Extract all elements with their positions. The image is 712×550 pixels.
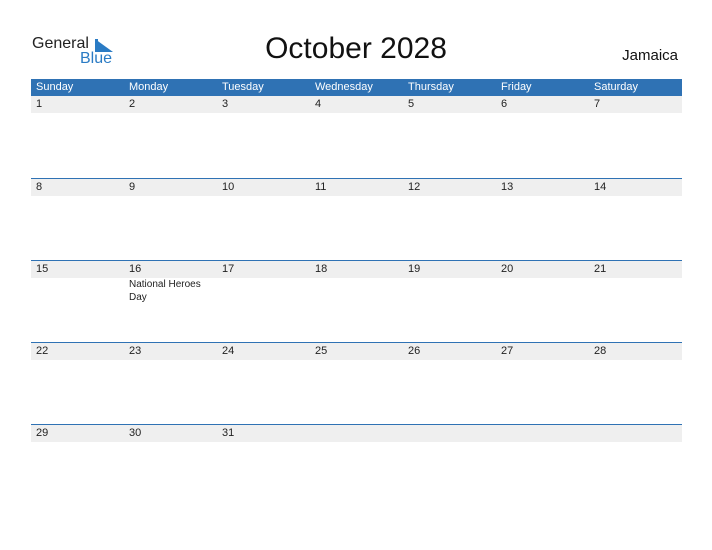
- day-cell: [589, 425, 682, 442]
- weekday-monday: Monday: [129, 81, 169, 93]
- day-cell: 8: [31, 179, 124, 196]
- day-cell: [496, 425, 589, 442]
- week-row: 1 2 3 4 5 6 7: [31, 96, 682, 178]
- calendar-grid: Sunday Monday Tuesday Wednesday Thursday…: [31, 79, 682, 506]
- day-cell: 17: [217, 261, 310, 278]
- day-cell: 3: [217, 96, 310, 113]
- day-number: 25: [315, 345, 328, 357]
- date-strip: 22 23 24 25 26 27 28: [31, 343, 682, 360]
- date-strip: 8 9 10 11 12 13 14: [31, 179, 682, 196]
- day-number: 20: [501, 263, 514, 275]
- day-cell: 30: [124, 425, 217, 442]
- weekday-sunday: Sunday: [36, 81, 74, 93]
- day-number: 14: [594, 181, 607, 193]
- day-cell: 28: [589, 343, 682, 360]
- weekday-saturday: Saturday: [594, 81, 639, 93]
- day-cell: 2: [124, 96, 217, 113]
- day-number: 27: [501, 345, 514, 357]
- date-strip: 15 16 National Heroes Day 17 18 19 20 21: [31, 261, 682, 303]
- week-row: 22 23 24 25 26 27 28: [31, 342, 682, 424]
- day-cell: 18: [310, 261, 403, 278]
- day-number: 2: [129, 98, 136, 110]
- day-cell: 31: [217, 425, 310, 442]
- day-number: 7: [594, 98, 601, 110]
- day-number: 22: [36, 345, 49, 357]
- day-number: 8: [36, 181, 43, 193]
- weekday-header: Sunday Monday Tuesday Wednesday Thursday…: [31, 79, 682, 96]
- week-row: 15 16 National Heroes Day 17 18 19 20 21: [31, 260, 682, 342]
- day-cell: 21: [589, 261, 682, 278]
- day-number: 1: [36, 98, 43, 110]
- day-cell: 5: [403, 96, 496, 113]
- day-cell: 6: [496, 96, 589, 113]
- day-number: 5: [408, 98, 415, 110]
- day-number: 30: [129, 427, 142, 439]
- weekday-friday: Friday: [501, 81, 532, 93]
- day-number: 9: [129, 181, 136, 193]
- day-number: 11: [315, 181, 327, 193]
- day-number: 6: [501, 98, 508, 110]
- day-cell: 7: [589, 96, 682, 113]
- day-cell: 24: [217, 343, 310, 360]
- day-cell: 9: [124, 179, 217, 196]
- day-cell: 26: [403, 343, 496, 360]
- day-number: 19: [408, 263, 421, 275]
- day-number: 31: [222, 427, 235, 439]
- weekday-tuesday: Tuesday: [222, 81, 264, 93]
- day-cell: 14: [589, 179, 682, 196]
- country-label: Jamaica: [622, 47, 678, 64]
- day-cell: 19: [403, 261, 496, 278]
- day-number: 13: [501, 181, 514, 193]
- day-number: 10: [222, 181, 235, 193]
- day-cell: 22: [31, 343, 124, 360]
- day-cell: [403, 425, 496, 442]
- day-cell: 4: [310, 96, 403, 113]
- day-cell: 13: [496, 179, 589, 196]
- day-number: 16: [129, 263, 142, 275]
- day-number: 4: [315, 98, 322, 110]
- page-title: October 2028: [265, 32, 447, 65]
- weekday-wednesday: Wednesday: [315, 81, 373, 93]
- holiday-event: National Heroes Day: [129, 279, 201, 303]
- day-cell: 10: [217, 179, 310, 196]
- day-number: 28: [594, 345, 607, 357]
- day-cell: 11: [310, 179, 403, 196]
- day-cell: 1: [31, 96, 124, 113]
- day-cell: 29: [31, 425, 124, 442]
- date-strip: 29 30 31: [31, 425, 682, 442]
- week-row: 8 9 10 11 12 13 14: [31, 178, 682, 260]
- week-row: 29 30 31: [31, 424, 682, 506]
- day-number: 29: [36, 427, 49, 439]
- day-cell: 23: [124, 343, 217, 360]
- day-number: 12: [408, 181, 421, 193]
- day-number: 23: [129, 345, 142, 357]
- day-number: 26: [408, 345, 421, 357]
- day-number: 3: [222, 98, 229, 110]
- day-cell: 12: [403, 179, 496, 196]
- day-cell: 15: [31, 261, 124, 278]
- day-cell: 20: [496, 261, 589, 278]
- day-number: 18: [315, 263, 328, 275]
- day-number: 21: [594, 263, 607, 275]
- day-cell: 25: [310, 343, 403, 360]
- weekday-thursday: Thursday: [408, 81, 454, 93]
- day-cell: 27: [496, 343, 589, 360]
- day-number: 17: [222, 263, 235, 275]
- day-cell: 16 National Heroes Day: [124, 261, 217, 303]
- day-cell: [310, 425, 403, 442]
- day-number: 24: [222, 345, 235, 357]
- day-number: 15: [36, 263, 49, 275]
- date-strip: 1 2 3 4 5 6 7: [31, 96, 682, 113]
